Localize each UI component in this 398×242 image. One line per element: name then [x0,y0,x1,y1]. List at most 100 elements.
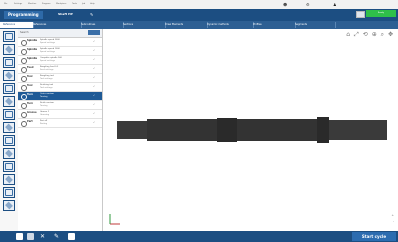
tool-palette [0,29,19,231]
tool-grooving-button[interactable] [3,70,15,81]
pen-icon[interactable]: ✎ [54,233,61,240]
category-tabs: Reference References Subroutines Section… [0,21,398,29]
tool-facing-button[interactable] [3,31,15,42]
home-view-icon[interactable]: ⌂ [346,31,351,38]
shaft-segment [117,121,147,139]
item-check-icon[interactable]: ✓ [93,76,95,79]
tab-profiles[interactable]: Profiles [250,22,296,28]
search-label[interactable]: Search [20,31,29,34]
item-check-icon[interactable]: ✓ [93,103,95,106]
part-viewport[interactable]: ⌂ ⤢ ⟲ ⊕ ⌕ ✥ + - [103,29,398,231]
user-icon[interactable]: ☻ [283,2,287,7]
tool-probe-button[interactable] [3,161,15,172]
tapping-icon [5,149,13,158]
status-badge: Ready [366,10,396,17]
operation-list: Search Spindle Spindle speed 2000 Speed se… [18,29,103,231]
item-check-icon[interactable]: ✓ [93,67,95,70]
zoom-icon[interactable]: ⊕ [372,31,378,38]
target-icon [5,189,13,196]
pan-icon[interactable]: ✥ [388,31,394,38]
item-check-icon[interactable]: ✓ [93,94,95,97]
tab-segments[interactable]: Segments [292,22,336,28]
item-check-icon[interactable]: ✓ [93,112,95,115]
menu-program[interactable]: Program [42,3,50,5]
list-item-selected[interactable]: Turn Outer contour Turning ✓ [18,92,102,101]
menu-job[interactable]: Job [82,3,85,5]
list-item[interactable]: Tool Finishing tool Tool settings ✓ [18,83,102,92]
start-cycle-button[interactable]: Start cycle [352,232,396,241]
edit-icon[interactable]: ✎ [90,12,93,17]
info-icon[interactable] [68,233,75,240]
parting-icon [5,123,13,132]
magnify-icon[interactable]: ⌕ [381,31,385,38]
menu-workpiece[interactable]: Workpiece [56,3,66,5]
list-item[interactable]: Tool Roughing tool Tool settings ✓ [18,74,102,83]
tool-threading-button[interactable] [3,83,15,94]
menu-file[interactable]: File [4,3,7,5]
person-icon[interactable]: ♟ [333,2,337,7]
tool-contour-button[interactable] [3,109,15,120]
tab-draw-elements[interactable]: Draw Elements [162,22,208,28]
list-item[interactable]: Spindle Spindle speed 2000 Speed settings ✓ [18,38,102,47]
tool-cycle-button[interactable] [3,174,15,185]
tab-dynamic-methods[interactable]: Dynamic methods [204,22,254,28]
contour-icon [5,111,13,118]
tool-tail-button[interactable] [3,200,15,211]
item-detail: Feed settings [40,69,54,71]
menu-settings[interactable]: Settings [14,3,22,5]
tool-milling-button[interactable] [3,135,15,146]
tool-drilling-button[interactable] [3,96,15,107]
menu-tools[interactable]: Tools [72,3,77,5]
home-icon[interactable] [16,233,23,240]
item-check-icon[interactable]: ✓ [93,58,95,61]
list-action-button[interactable] [88,30,100,35]
item-check-icon[interactable]: ✓ [93,40,95,43]
menu-machine[interactable]: Machine [28,3,36,5]
list-item[interactable]: Spindle Complete spindle 500 Speed setting… [18,56,102,65]
item-desc: Spindle speed 2000 [40,39,60,41]
tailstock-icon [5,201,13,210]
list-item[interactable]: Turn Finish contour Turning ✓ [18,101,102,110]
item-check-icon[interactable]: ✓ [93,121,95,124]
facing-icon [5,33,13,40]
list-item[interactable]: Part Part off Parting ✓ [18,119,102,128]
mode-select[interactable]: Programming [4,11,43,19]
rotate-view-icon[interactable]: ⟲ [363,31,369,38]
tab-sections[interactable]: Sections [120,22,166,28]
item-name: Part [27,120,33,123]
zoom-out-button[interactable]: - [391,218,394,224]
list-item[interactable]: Feed Roughing feed 0.2 Feed settings ✓ [18,65,102,74]
tab-subroutines[interactable]: Subroutines [78,22,124,28]
settings-icon[interactable]: ⚙ [306,2,310,7]
list-header: Search [18,29,102,38]
tab-reference[interactable]: Reference [0,22,34,28]
axis-triad-icon [109,214,120,225]
tool-turning-button[interactable] [3,44,15,55]
tool-parting-button[interactable] [3,122,15,133]
item-desc: Roughing tool [40,75,54,77]
wrench-icon[interactable]: ✕ [40,233,47,240]
item-desc: Complete spindle 500 [40,57,62,59]
item-check-icon[interactable]: ✓ [93,49,95,52]
item-detail: Grooving [40,114,50,116]
list-item[interactable]: Spindle Spindle speed 1000 Speed settings ✓ [18,47,102,56]
tool-target-button[interactable] [3,187,15,198]
item-name: Tool [27,84,33,87]
tool-tapping-button[interactable] [3,148,15,159]
shaft-segment [317,117,329,143]
item-name: Spindle [27,57,38,60]
list-item[interactable]: Groove Groove 1 Grooving ✓ [18,110,102,119]
cycle-icon [5,175,13,184]
view-toggle-button[interactable] [356,11,365,18]
tab-references[interactable]: References [30,22,82,28]
shaft-segment [217,118,237,142]
item-desc: Part off [40,120,48,122]
menu-help[interactable]: Help [90,3,95,5]
item-check-icon[interactable]: ✓ [93,85,95,88]
fit-view-icon[interactable]: ⤢ [354,31,360,38]
tool-boring-button[interactable] [3,57,15,68]
item-desc: Finishing tool [40,84,54,86]
shaft-segment [237,119,317,141]
tools-icon[interactable] [27,233,34,240]
milling-icon [5,137,13,144]
